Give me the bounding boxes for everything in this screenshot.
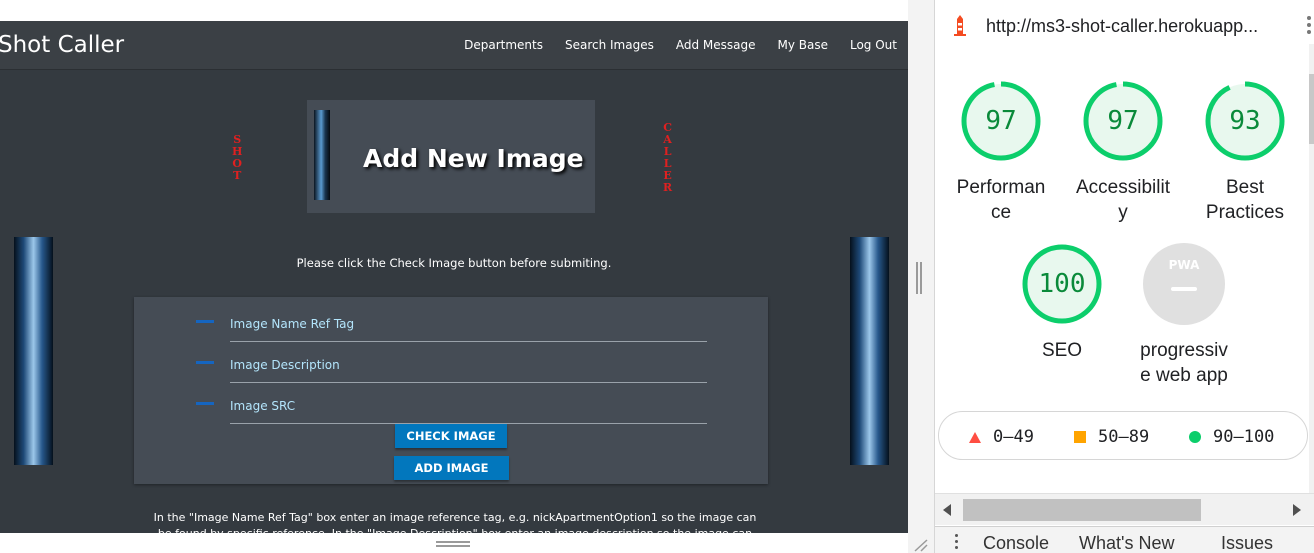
add-image-button[interactable]: ADD IMAGE: [394, 456, 509, 480]
vertical-scrollbar[interactable]: [1309, 44, 1314, 493]
resize-corner-icon[interactable]: [913, 538, 929, 552]
horizontal-scrollbar[interactable]: [935, 493, 1314, 525]
nav-log-out[interactable]: Log Out: [850, 38, 897, 52]
report-url: http://ms3-shot-caller.herokuapp...: [986, 16, 1259, 36]
pass-circle-icon: [1189, 431, 1201, 443]
label-line: Performan: [956, 177, 1046, 198]
report-url-bar: http://ms3-shot-caller.herokuapp...: [935, 0, 1314, 44]
field-icon: [196, 361, 214, 364]
scrollbar-thumb[interactable]: [963, 499, 1201, 521]
vertical-letter: T: [233, 169, 242, 182]
seo-label: SEO: [1002, 338, 1122, 363]
vertical-letter: R: [663, 181, 673, 194]
best-practices-label: Best Practices: [1185, 175, 1305, 225]
seo-score: 100: [1038, 269, 1086, 299]
help-text: In the "Image Name Ref Tag" box enter an…: [153, 511, 757, 533]
field-label: Image SRC: [230, 399, 296, 413]
vertical-text-shot: S H O T: [232, 134, 242, 182]
legend-pass: 90–100: [1189, 427, 1274, 447]
decorative-image-right: [850, 237, 889, 465]
tab-issues[interactable]: Issues: [1221, 533, 1273, 553]
scroll-right-arrow-icon[interactable]: [1293, 504, 1301, 516]
label-line: progressiv: [1140, 340, 1228, 361]
resize-handle-bottom[interactable]: [436, 541, 470, 549]
scrollbar-thumb[interactable]: [1309, 74, 1314, 144]
label-line: Practices: [1205, 202, 1285, 223]
legend-fail-range: 0–49: [993, 427, 1034, 447]
label-line: e web app: [1140, 365, 1228, 386]
nav-search-images[interactable]: Search Images: [565, 38, 654, 52]
scroll-left-arrow-icon[interactable]: [943, 504, 951, 516]
tab-console[interactable]: Console: [983, 533, 1049, 553]
more-options-icon[interactable]: [1307, 16, 1311, 37]
tab-whats-new[interactable]: What's New: [1079, 533, 1174, 553]
pwa-label: progressiv e web app: [1124, 338, 1244, 388]
nav-my-base[interactable]: My Base: [777, 38, 828, 52]
drawer-menu-icon[interactable]: [955, 534, 959, 552]
performance-score: 97: [985, 106, 1017, 136]
label-line: SEO: [1041, 340, 1083, 361]
label-line: y: [1118, 202, 1128, 223]
pwa-badge-text: PWA: [1168, 258, 1200, 272]
legend-average-range: 50–89: [1098, 427, 1150, 447]
lighthouse-icon: [954, 15, 966, 36]
accessibility-label: Accessibilit y: [1063, 175, 1183, 225]
field-icon: [196, 402, 214, 405]
nav-add-message[interactable]: Add Message: [676, 38, 756, 52]
devtools-drawer: Console What's New Issues: [935, 526, 1314, 553]
pwa-badge[interactable]: [1143, 243, 1225, 325]
page-title: Add New Image: [363, 144, 584, 173]
label-line: ce: [990, 202, 1012, 223]
check-image-button[interactable]: CHECK IMAGE: [395, 424, 507, 448]
image-description-field[interactable]: Image Description: [196, 348, 707, 383]
field-underline: [230, 382, 707, 383]
score-legend: 0–49 50–89 90–100: [938, 411, 1308, 460]
title-card-image: [314, 110, 330, 200]
website-viewport: Shot Caller Departments Search Images Ad…: [0, 21, 908, 533]
image-src-field[interactable]: Image SRC: [196, 389, 707, 424]
label-line: Accessibilit: [1076, 177, 1170, 198]
field-icon: [196, 320, 214, 323]
field-label: Image Name Ref Tag: [230, 317, 355, 331]
decorative-image-left: [14, 237, 53, 465]
legend-pass-range: 90–100: [1213, 427, 1275, 447]
screen: Shot Caller Departments Search Images Ad…: [0, 0, 1314, 553]
average-square-icon: [1074, 431, 1086, 443]
panel-resize-handle[interactable]: [916, 262, 924, 294]
notice-text: Please click the Check Image button befo…: [296, 256, 612, 270]
nav-links: Departments Search Images Add Message My…: [464, 38, 897, 52]
brand-logo[interactable]: Shot Caller: [0, 32, 124, 58]
field-label: Image Description: [230, 358, 340, 372]
nav-departments[interactable]: Departments: [464, 38, 543, 52]
devtools-panel: http://ms3-shot-caller.herokuapp... 97 P…: [934, 0, 1314, 553]
accessibility-score: 97: [1107, 106, 1139, 136]
performance-label: Performan ce: [941, 175, 1061, 225]
label-line: Best: [1225, 177, 1265, 198]
field-underline: [230, 341, 707, 342]
image-name-ref-tag-field[interactable]: Image Name Ref Tag: [196, 307, 707, 342]
fail-triangle-icon: [969, 431, 981, 443]
navbar: Shot Caller Departments Search Images Ad…: [0, 21, 908, 70]
best-practices-score: 93: [1229, 106, 1261, 136]
add-image-form: Image Name Ref Tag Image Description Ima…: [134, 297, 768, 484]
vertical-text-caller: C A L L E R: [663, 122, 672, 194]
title-card: Add New Image: [307, 100, 595, 213]
legend-average: 50–89: [1074, 427, 1149, 447]
legend-fail: 0–49: [969, 427, 1034, 447]
